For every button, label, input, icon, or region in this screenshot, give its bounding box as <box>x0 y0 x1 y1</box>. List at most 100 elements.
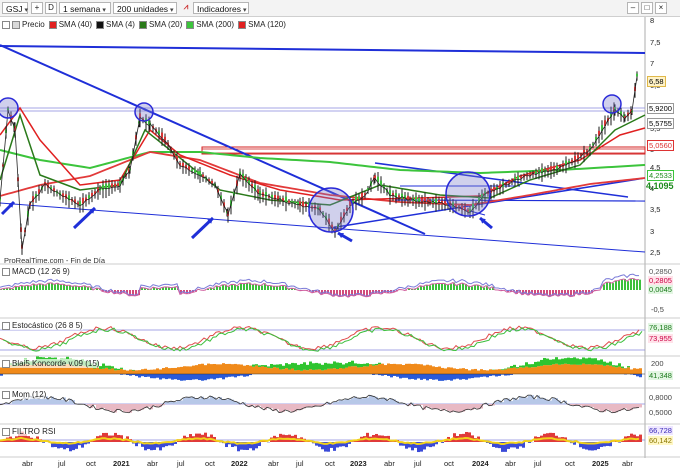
blai5-bar <box>471 369 474 374</box>
blai5-bar <box>144 368 147 374</box>
blai5-bar <box>234 374 237 378</box>
blai5-pane-label[interactable]: Blai5 Koncorde v.09 (15) <box>2 359 100 368</box>
blai5-bar <box>372 365 375 374</box>
macd-histogram-bar <box>429 285 431 290</box>
blai5-bar <box>414 363 417 374</box>
mom-area-bar <box>297 404 300 410</box>
blai5-bar <box>351 360 354 367</box>
blai5-bar <box>111 366 114 369</box>
blai5-bar <box>360 367 363 374</box>
rsi-bar <box>639 434 642 442</box>
mom-area-bar <box>288 404 291 411</box>
mom-area-bar <box>174 401 177 404</box>
candle-body <box>102 184 104 191</box>
blai5-bar <box>552 364 555 374</box>
mom-area-bar <box>12 401 15 404</box>
macd-histogram-bar <box>54 284 56 290</box>
blai5-bar <box>312 369 315 374</box>
blai5-bar <box>117 368 120 371</box>
blai5-bar <box>435 367 438 374</box>
mom-area-bar <box>168 401 171 404</box>
blai5-bar <box>384 365 387 374</box>
blai5-bar <box>189 366 192 374</box>
mom-value: 0,8000 <box>649 393 672 402</box>
blai5-bar <box>366 366 369 374</box>
blai5-bar <box>270 368 273 374</box>
blai5-bar <box>432 366 435 374</box>
macd-value: 0,0045 <box>648 285 673 294</box>
rsi-label: FILTRO RSI <box>12 427 56 436</box>
macd-histogram-bar <box>633 278 635 290</box>
blai5-bar <box>495 374 498 377</box>
blai5-bar <box>144 374 147 377</box>
price-tick: 7 <box>650 59 655 68</box>
time-tick: oct <box>565 459 576 468</box>
blai5-bar <box>222 363 225 374</box>
mom-area-bar <box>435 404 438 409</box>
blai5-bar <box>549 365 552 374</box>
mom-area-bar <box>540 398 543 404</box>
macd-histogram-bar <box>609 282 611 290</box>
blai5-bar <box>204 374 207 381</box>
rsi-pane-label[interactable]: FILTRO RSI <box>2 427 56 436</box>
blai5-bar <box>606 365 609 374</box>
candle-body <box>398 195 400 198</box>
blai5-bar <box>444 368 447 374</box>
candle-body <box>211 180 213 184</box>
blai5-bar <box>591 358 594 365</box>
stoch-pane-label[interactable]: Estocástico (26 8 5) <box>2 321 83 330</box>
blai5-bar <box>138 370 141 374</box>
mom-area-bar <box>117 404 120 410</box>
blai5-bar <box>177 367 180 374</box>
blai5-bar <box>612 365 615 367</box>
blai5-bar <box>405 374 408 378</box>
price-tick: 8 <box>650 16 655 25</box>
blai5-bar <box>261 366 264 374</box>
blai5-bar <box>348 366 351 374</box>
mom-area-bar <box>207 398 210 404</box>
blai5-bar <box>345 367 348 374</box>
blai5-bar <box>504 368 507 370</box>
blai5-bar <box>162 368 165 374</box>
blai5-bar <box>330 363 333 369</box>
mom-area-bar <box>108 404 111 411</box>
blai5-bar <box>171 374 174 380</box>
mom-area-bar <box>552 397 555 404</box>
blai5-bar <box>258 366 261 374</box>
time-tick: 2023 <box>350 459 367 468</box>
last-price-label: 6,58 <box>647 76 666 87</box>
blai5-bar <box>561 364 564 374</box>
blai5-bar <box>240 364 243 374</box>
blai5-bar <box>117 370 120 374</box>
blai5-bar <box>528 367 531 374</box>
mom-area-bar <box>60 399 63 404</box>
blai5-bar <box>399 364 402 374</box>
macd-pane-label[interactable]: MACD (12 26 9) <box>2 267 70 276</box>
blai5-bar <box>582 363 585 374</box>
time-tick: 2025 <box>592 459 609 468</box>
macd-histogram-bar <box>435 283 437 290</box>
mom-area-bar <box>336 401 339 404</box>
blai5-bar <box>486 370 489 374</box>
blai5-bar <box>318 363 321 370</box>
macd-histogram-bar <box>48 283 50 290</box>
blai5-bar <box>489 369 492 374</box>
blai5-bar <box>468 370 471 374</box>
blai5-bar <box>120 368 123 374</box>
blai5-bar <box>633 368 636 374</box>
blai5-bar <box>576 364 579 374</box>
mom-area-bar <box>123 404 126 412</box>
mom-pane-label[interactable]: Mom (12) <box>2 390 47 399</box>
blai5-bar <box>324 369 327 374</box>
time-tick: jul <box>534 459 542 468</box>
blai5-bar <box>201 374 204 381</box>
time-tick: abr <box>384 459 395 468</box>
blai5-bar <box>237 374 240 377</box>
time-tick: 2024 <box>472 459 489 468</box>
blai5-bar <box>345 363 348 368</box>
mom-area-bar <box>459 404 462 413</box>
price-chart[interactable] <box>0 0 680 469</box>
blai5-bar <box>231 364 234 374</box>
highlight-circle <box>134 102 154 122</box>
blai5-bar <box>453 374 456 380</box>
